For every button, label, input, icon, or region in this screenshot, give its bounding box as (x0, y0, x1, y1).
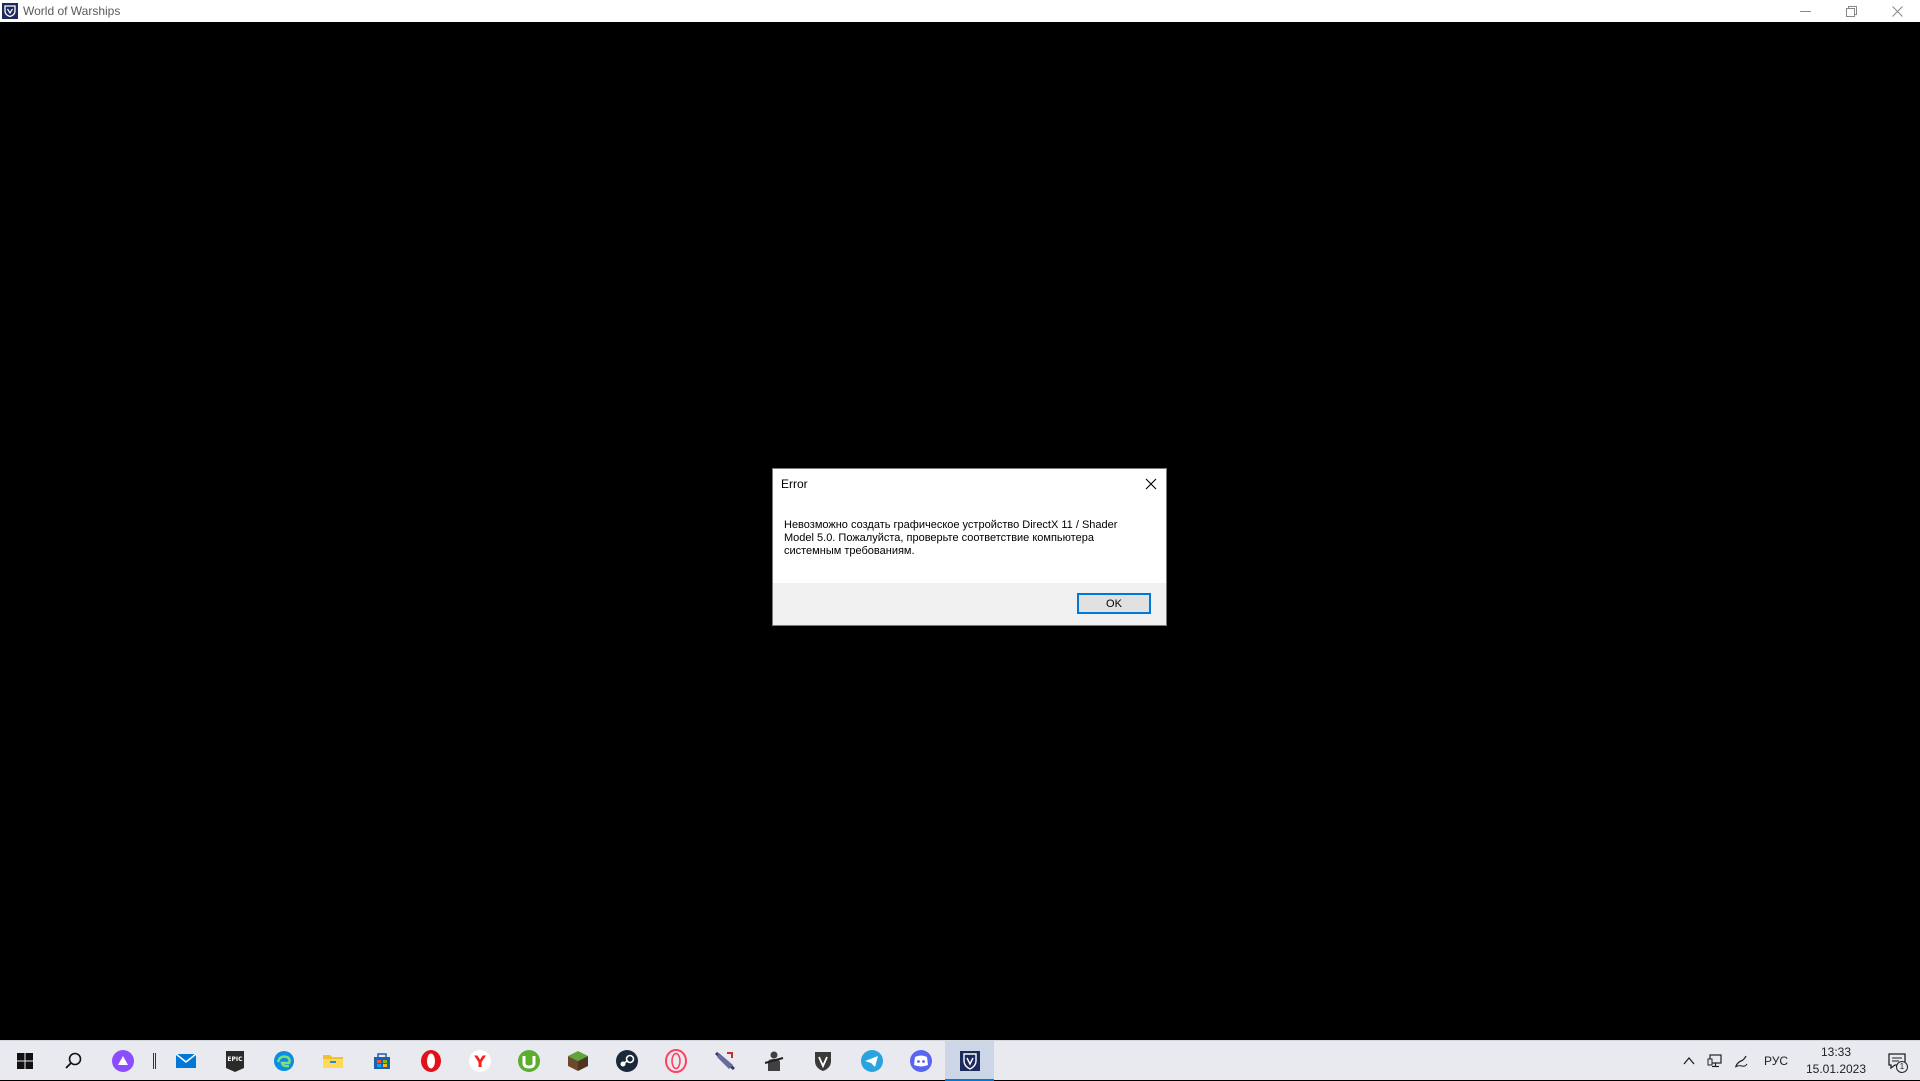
clock[interactable]: 13:33 15.01.2023 (1798, 1044, 1874, 1078)
wargaming-shield-icon (814, 1051, 831, 1071)
pen-icon (1734, 1055, 1748, 1068)
store-icon (373, 1052, 390, 1069)
notification-count-badge: 1 (1896, 1061, 1908, 1073)
dialog-body: Невозможно создать графическое устройств… (773, 499, 1166, 584)
restore-icon (1845, 5, 1857, 17)
taskbar-discord[interactable] (896, 1041, 945, 1081)
show-hidden-icons-button[interactable] (1676, 1041, 1702, 1081)
svg-text:EPIC: EPIC (227, 1056, 243, 1063)
taskbar-edge[interactable] (259, 1041, 308, 1081)
taskbar-world-of-warships[interactable] (945, 1040, 994, 1081)
taskbar-mail[interactable] (161, 1041, 210, 1081)
close-icon (1145, 478, 1157, 490)
window-title: World of Warships (23, 4, 121, 18)
pen-tray-button[interactable] (1728, 1041, 1754, 1081)
system-tray: РУС 13:33 15.01.2023 1 (1676, 1041, 1920, 1081)
search-button[interactable] (49, 1041, 98, 1081)
minecraft-icon (567, 1050, 588, 1071)
telegram-icon (860, 1049, 883, 1072)
search-icon (64, 1052, 81, 1069)
ship-game-icon (714, 1051, 735, 1070)
taskbar-yandex-browser[interactable]: Y (455, 1041, 504, 1081)
taskbar: EPIC Y РУС 13:33 15.01.2023 1 (0, 1040, 1920, 1081)
close-icon (1891, 5, 1903, 17)
minimize-icon (1799, 10, 1811, 12)
start-button[interactable] (0, 1041, 49, 1081)
taskbar-minecraft[interactable] (553, 1041, 602, 1081)
action-center-button[interactable]: 1 (1874, 1041, 1920, 1081)
taskbar-steam[interactable] (602, 1041, 651, 1081)
file-explorer-icon (322, 1054, 343, 1068)
dialog-message: Невозможно создать графическое устройств… (784, 519, 1118, 557)
taskbar-store[interactable] (357, 1041, 406, 1081)
dialog-close-button[interactable] (1136, 469, 1166, 499)
taskbar-opera[interactable] (406, 1041, 455, 1081)
steam-icon (615, 1049, 638, 1072)
clock-date: 15.01.2023 (1805, 1062, 1867, 1076)
taskbar-soldier-game[interactable] (749, 1041, 798, 1081)
error-dialog: Error Невозможно создать графическое уст… (772, 468, 1167, 626)
svg-text:Y: Y (473, 1052, 486, 1071)
soldier-game-icon (764, 1051, 783, 1071)
mail-icon (175, 1052, 196, 1068)
windows-start-icon (16, 1052, 33, 1069)
chevron-up-icon (1683, 1056, 1695, 1065)
world-of-warships-icon (959, 1050, 980, 1071)
language-indicator[interactable]: РУС (1754, 1054, 1798, 1068)
window-controls (1782, 0, 1920, 22)
network-tray-button[interactable] (1702, 1041, 1728, 1081)
epic-games-icon: EPIC (225, 1050, 244, 1072)
ok-button[interactable]: OK (1077, 593, 1151, 614)
opera-gx-icon (664, 1048, 687, 1073)
taskbar-file-explorer[interactable] (308, 1041, 357, 1081)
opera-icon (420, 1049, 441, 1072)
taskbar-utorrent[interactable] (504, 1041, 553, 1081)
edge-icon (273, 1050, 294, 1071)
taskbar-opera-gx[interactable] (651, 1041, 700, 1081)
window-titlebar[interactable]: World of Warships (0, 0, 1920, 22)
clock-time: 13:33 (1820, 1045, 1852, 1059)
utorrent-icon (517, 1049, 540, 1072)
world-of-warships-app-icon (2, 3, 18, 19)
taskbar-ship-game[interactable] (700, 1041, 749, 1081)
restore-button[interactable] (1828, 0, 1874, 22)
close-window-button[interactable] (1874, 0, 1920, 22)
alice-assistant-icon (111, 1049, 134, 1072)
taskbar-alice[interactable] (98, 1041, 147, 1081)
network-icon (1707, 1054, 1722, 1068)
taskbar-telegram[interactable] (847, 1041, 896, 1081)
yandex-browser-icon: Y (468, 1049, 491, 1072)
discord-icon (909, 1049, 932, 1072)
dialog-title: Error (781, 477, 808, 491)
minimize-button[interactable] (1782, 0, 1828, 22)
taskbar-separator (147, 1041, 161, 1081)
taskbar-wargaming[interactable] (798, 1041, 847, 1081)
taskbar-epic-games[interactable]: EPIC (210, 1041, 259, 1081)
dialog-footer: OK (773, 583, 1166, 625)
